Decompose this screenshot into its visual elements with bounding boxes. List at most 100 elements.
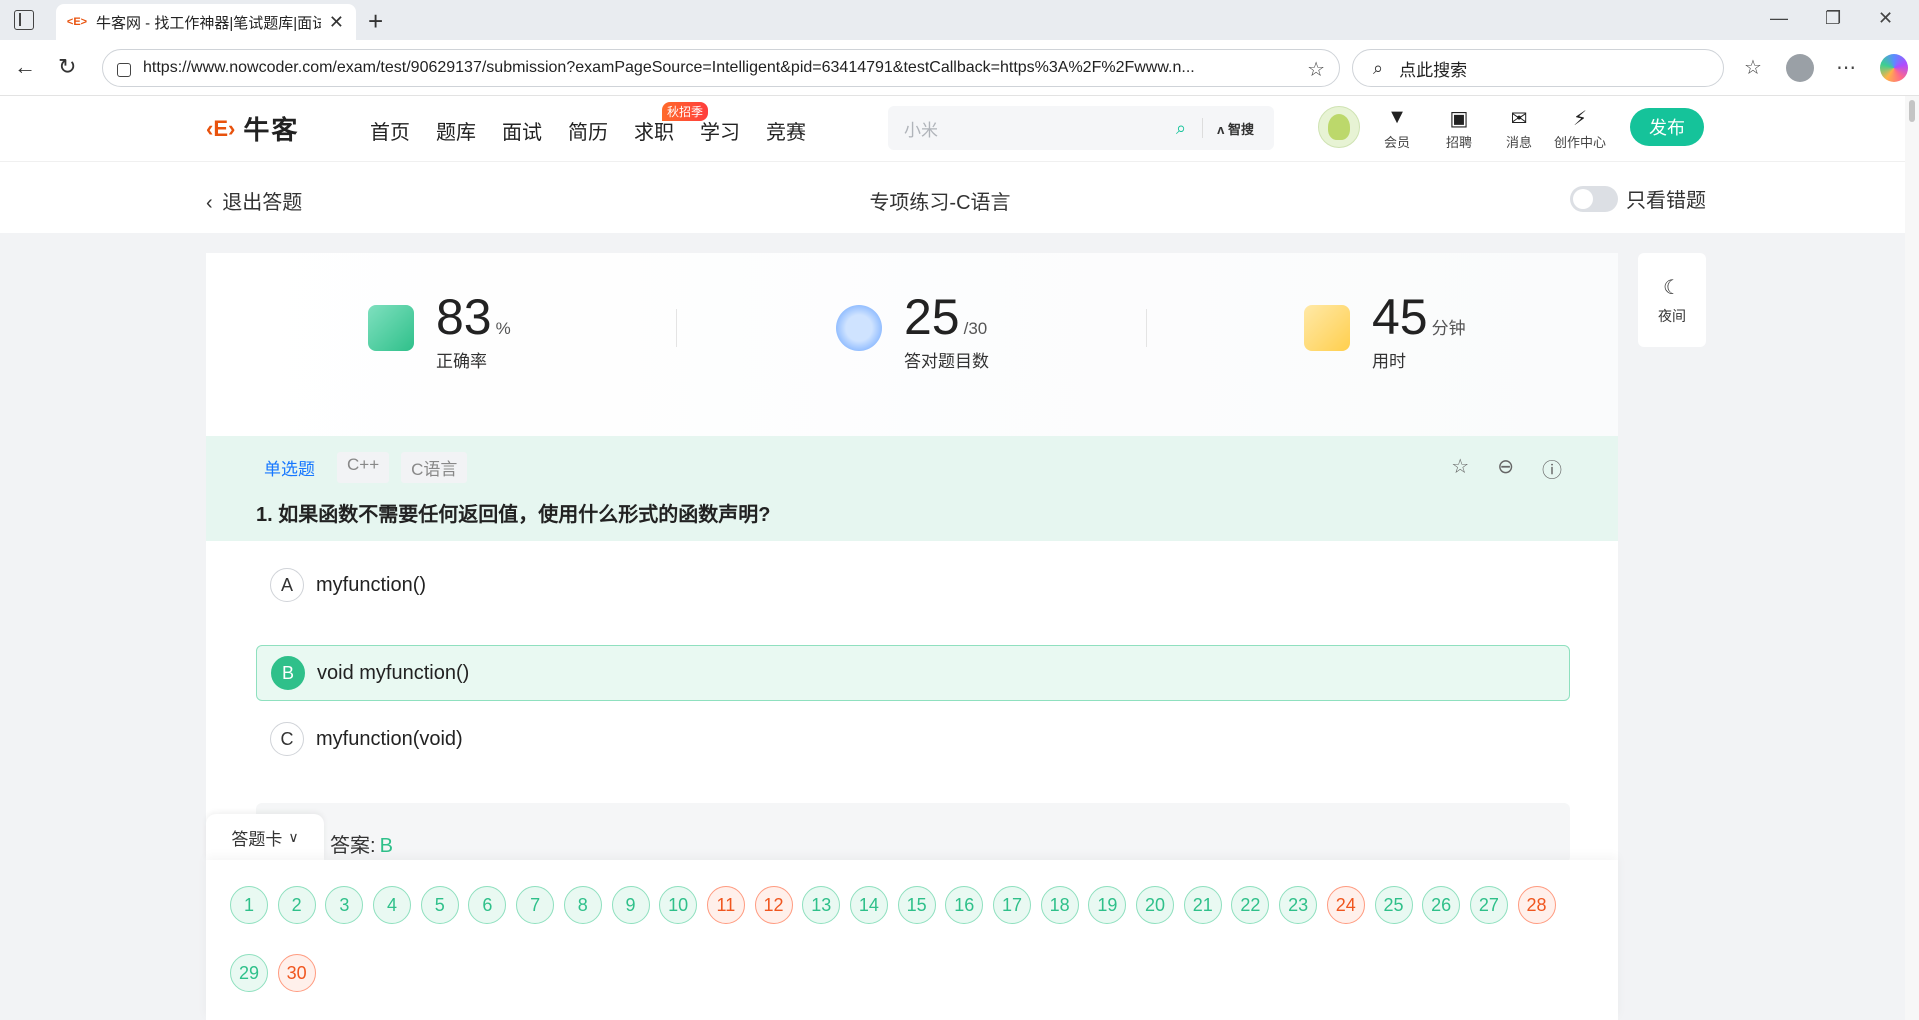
nav-interview[interactable]: 面试 [502,116,542,145]
ai-search-label: 智搜 [1227,121,1254,137]
question-number-button[interactable]: 3 [325,886,364,924]
site-search-input[interactable]: 小米 [904,116,1176,141]
publish-button[interactable]: 发布 [1630,108,1704,146]
favorites-icon[interactable]: ☆ [1744,55,1762,80]
tag-topic[interactable]: C语言 [401,452,468,483]
messages-button[interactable]: ✉ 消息 [1506,106,1532,151]
option-c[interactable]: C myfunction(void) [256,711,1570,767]
clock-note-icon [1304,305,1350,351]
report-icon[interactable]: ⓘ [1542,454,1562,483]
wrong-only-toggle[interactable]: 只看错题 [1570,184,1706,213]
answer-card-toggle[interactable]: 答题卡 ∨ [206,814,324,860]
answer-card: 1 2 3 4 5 6 7 8 9 10 11 12 13 14 15 16 17 18 19 20 21 22 23 24 2… [206,860,1618,1020]
search-icon[interactable]: ⌕ [1176,118,1186,139]
question-number-button[interactable]: 19 [1088,886,1127,924]
nav-contest[interactable]: 竞赛 [766,116,806,145]
minus-circle-icon[interactable]: ⊖ [1497,454,1514,483]
favorite-star-icon[interactable]: ☆ [1307,57,1325,82]
question-number-button[interactable]: 14 [849,886,888,924]
divider [1146,309,1147,347]
divider [676,309,677,347]
restore-icon[interactable]: ❐ [1825,8,1841,29]
question-number-button[interactable]: 17 [993,886,1031,924]
divider [1202,118,1204,138]
vip-button[interactable]: ▼ 会员 [1384,106,1410,151]
accuracy-label: 正确率 [436,352,487,371]
option-a[interactable]: A myfunction() [256,557,1570,613]
user-avatar[interactable] [1318,106,1360,148]
url-field[interactable]: https://www.nowcoder.com/exam/test/90629… [102,49,1340,87]
nav-jobs[interactable]: 求职 秋招季 [634,102,709,145]
browser-search-box[interactable]: ⌕ 点此搜索 [1352,49,1724,87]
question-number-button[interactable]: 21 [1183,886,1222,924]
question-number-button[interactable]: 16 [945,886,984,924]
question-number-button[interactable]: 11 [706,886,745,924]
option-text: myfunction(void) [316,727,463,750]
tab-title: 牛客网 - 找工作神器|笔试题库|面试 [96,14,321,32]
question-number-button[interactable]: 22 [1231,886,1270,924]
logo-icon: ‹E› [206,115,236,141]
ai-search-button[interactable]: ʌ 智搜 [1217,119,1254,138]
question-number-button[interactable]: 6 [468,886,507,924]
question-number-button[interactable]: 13 [802,886,841,924]
recruit-button[interactable]: ▣ 招聘 [1446,106,1472,151]
minimize-icon[interactable]: — [1770,8,1788,29]
question-tags: 单选题 C++ C语言 [256,452,479,483]
tab-close-icon[interactable]: ✕ [329,12,344,33]
question-number-button[interactable]: 30 [277,954,316,992]
close-window-icon[interactable]: ✕ [1878,8,1893,29]
sidebar-toggle-icon[interactable] [14,10,34,30]
night-mode-button[interactable]: ☾ 夜间 [1638,253,1706,347]
creator-center-button[interactable]: ⚡ 创作中心 [1554,106,1606,151]
question-number-button[interactable]: 7 [516,886,555,924]
question-number-button[interactable]: 25 [1374,886,1413,924]
option-b[interactable]: B void myfunction() [256,645,1570,701]
nav-home[interactable]: 首页 [370,116,410,145]
back-icon[interactable]: ← [14,54,36,80]
question-number-button[interactable]: 9 [611,886,650,924]
more-menu-icon[interactable]: ⋯ [1836,55,1856,80]
bulb-icon: ⚡ [1572,108,1588,130]
question-actions: ☆ ⊖ ⓘ [1451,454,1562,483]
page-scrollbar[interactable] [1905,96,1919,1020]
question-number-button[interactable]: 1 [230,886,268,924]
question-number-button[interactable]: 29 [230,954,268,992]
tag-topic[interactable]: C++ [337,452,390,483]
question-number-button[interactable]: 12 [754,886,793,924]
question-number-button[interactable]: 28 [1517,886,1556,924]
nav-learn[interactable]: 学习 [700,116,740,145]
question-title: 1. 如果函数不需要任何返回值，使用什么形式的函数声明? [256,504,771,526]
browser-tab[interactable]: <E> 牛客网 - 找工作神器|笔试题库|面试 ✕ [56,4,356,40]
nav-question-bank[interactable]: 题库 [436,116,476,145]
question-number-button[interactable]: 23 [1279,886,1318,924]
question-number-button[interactable]: 15 [897,886,936,924]
check-book-icon [368,305,414,351]
question-number-button[interactable]: 27 [1469,886,1508,924]
question-number-button[interactable]: 26 [1422,886,1461,924]
main-nav: 首页 题库 面试 简历 求职 秋招季 学习 竞赛 [370,102,832,145]
site-search[interactable]: 小米 ⌕ ʌ 智搜 [888,106,1274,150]
question-number-button[interactable]: 18 [1040,886,1079,924]
toggle-switch[interactable] [1570,185,1618,212]
creator-center-label: 创作中心 [1554,135,1607,150]
scrollbar-thumb[interactable] [1909,100,1915,122]
question-number-button[interactable]: 20 [1136,886,1175,924]
question-number-button[interactable]: 4 [373,886,412,924]
profile-avatar[interactable] [1786,54,1814,82]
vip-label: 会员 [1384,135,1411,150]
question-number-button[interactable]: 5 [420,886,459,924]
question-number-button[interactable]: 8 [563,886,602,924]
refresh-icon[interactable]: ↻ [58,54,76,80]
correct-value: 25 [904,289,960,345]
accuracy-unit: % [495,319,511,338]
logo[interactable]: ‹E› 牛客 [206,110,299,147]
question-number-button[interactable]: 10 [659,886,698,924]
question-number-button[interactable]: 24 [1326,886,1365,924]
nav-resume[interactable]: 简历 [568,116,608,145]
new-tab-icon[interactable]: + [368,6,383,37]
star-icon[interactable]: ☆ [1451,454,1469,483]
site-header: ‹E› 牛客 首页 题库 面试 简历 求职 秋招季 学习 竞赛 小米 ⌕ ʌ 智搜… [0,96,1905,161]
question-number-button[interactable]: 2 [277,886,316,924]
answer-label: 答案: B [330,829,393,858]
copilot-icon[interactable] [1880,54,1908,82]
